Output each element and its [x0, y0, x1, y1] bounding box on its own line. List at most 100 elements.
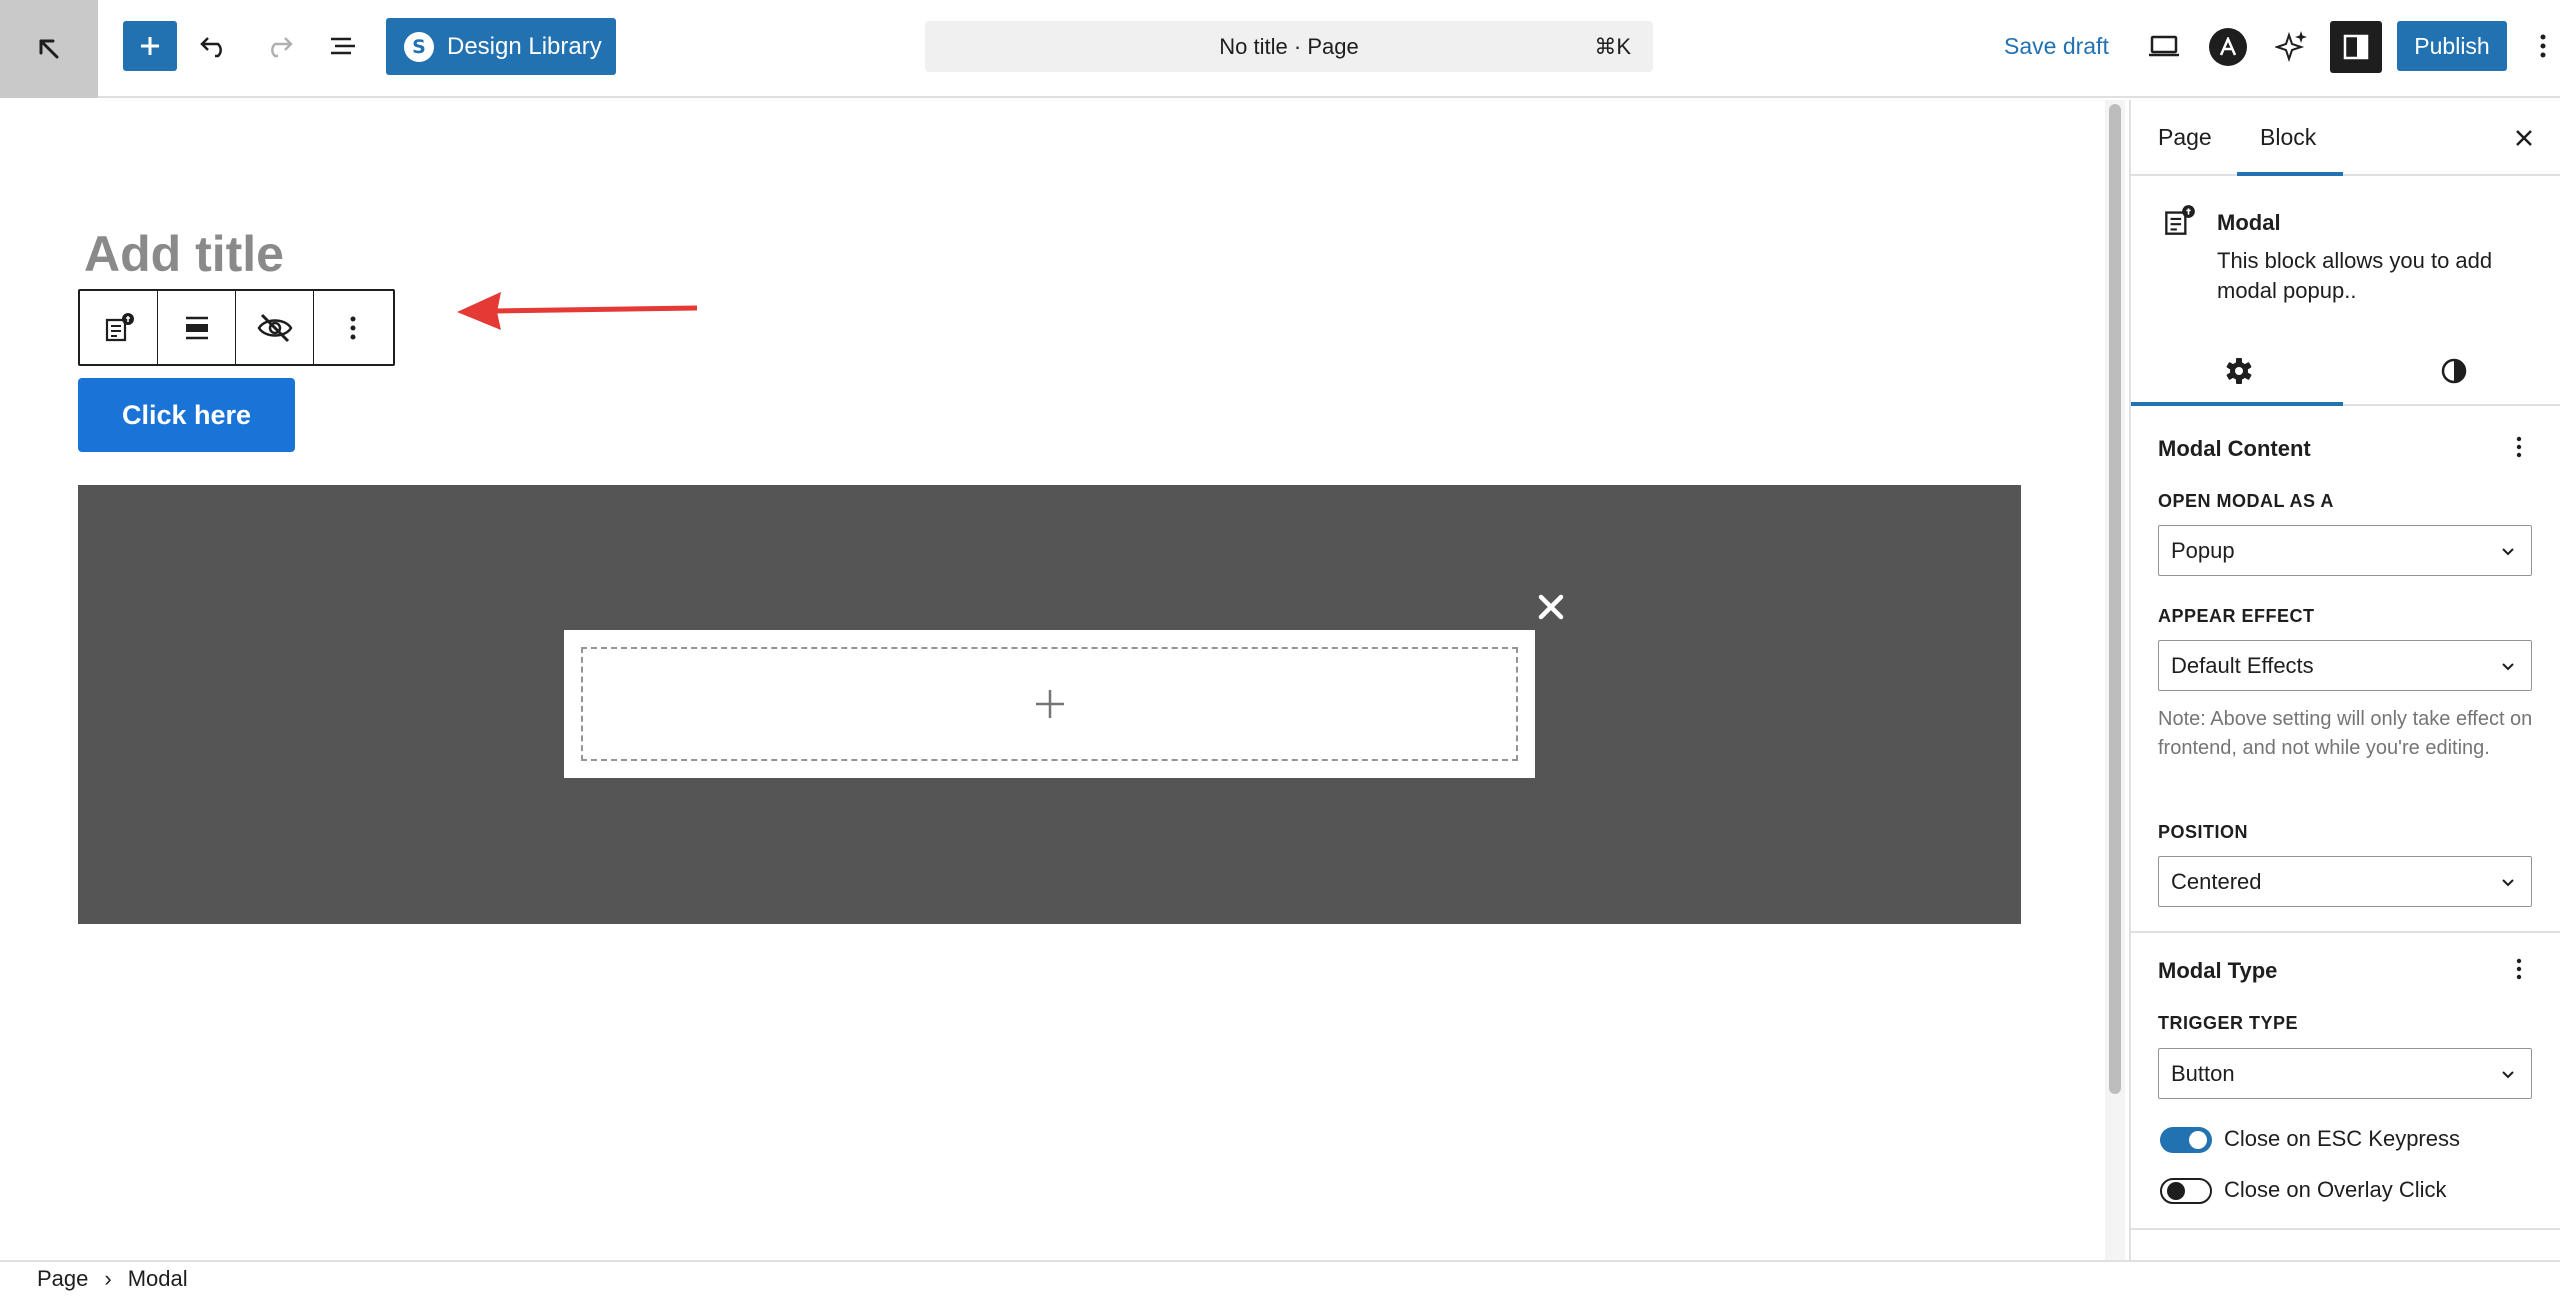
close-on-overlay-label: Close on Overlay Click [2224, 1177, 2447, 1202]
more-vertical-icon [2516, 436, 2522, 458]
post-title-input[interactable]: Add title [84, 225, 284, 283]
trigger-type-label: TRIGGER TYPE [2158, 1013, 2299, 1033]
chevron-down-icon [2502, 879, 2514, 887]
inspector-icon-tabs [2131, 336, 2560, 406]
sparkles-icon [2275, 31, 2307, 63]
close-on-esc-label: Close on ESC Keypress [2224, 1126, 2460, 1151]
close-sidebar-button[interactable] [2506, 120, 2542, 156]
document-title: No title · Page [1219, 33, 1359, 59]
chevron-right-icon: › [104, 1266, 112, 1291]
styles-icon [2441, 358, 2466, 384]
block-card-description: This block allows you to add modal popup… [2217, 248, 2493, 303]
block-card-title: Modal [2217, 210, 2281, 235]
align-button[interactable] [158, 291, 236, 364]
settings-sidebar-toggle[interactable] [2330, 21, 2382, 73]
tab-page[interactable]: Page [2158, 124, 2212, 151]
open-modal-as-select[interactable]: Popup [2158, 525, 2532, 576]
open-modal-as-value: Popup [2171, 537, 2235, 563]
settings-sidebar: Page Block Modal This block allows you t… [2129, 100, 2560, 1260]
scrollbar-thumb[interactable] [2109, 104, 2121, 1094]
sidebar-tabs: Page Block [2131, 100, 2560, 176]
plugin-a-logo-icon[interactable] [2209, 28, 2247, 66]
eye-hidden-icon [257, 313, 292, 342]
editor-top-toolbar: S Design Library No title · Page ⌘K Save… [0, 0, 2560, 98]
block-type-button[interactable] [80, 291, 158, 364]
redo-button[interactable] [252, 21, 306, 71]
canvas-scrollbar[interactable] [2105, 100, 2125, 1260]
open-modal-as-label: OPEN MODAL AS A [2158, 491, 2334, 511]
chevron-down-icon [2502, 548, 2514, 556]
desktop-preview-icon [2149, 35, 2179, 57]
command-palette-bar[interactable]: No title · Page ⌘K [925, 21, 1653, 72]
ai-assistant-button[interactable] [2265, 21, 2319, 71]
annotation-arrow-icon [457, 292, 698, 330]
chevron-down-icon [2502, 663, 2514, 671]
toggle-visibility-button[interactable] [236, 291, 314, 364]
modal-block-icon [105, 312, 134, 341]
chevron-down-icon [2502, 1071, 2514, 1079]
publish-button[interactable]: Publish [2397, 21, 2507, 71]
more-vertical-icon [350, 316, 356, 339]
modal-content-box [564, 630, 1535, 778]
breadcrumb-item-page[interactable]: Page [37, 1266, 88, 1292]
tab-settings[interactable] [2131, 336, 2346, 406]
panel-title-modal-type[interactable]: Modal Type [2158, 958, 2277, 984]
active-tab-indicator [2237, 172, 2343, 176]
a-mark-icon [2219, 37, 2237, 56]
list-view-icon [331, 37, 355, 55]
panel-divider [2131, 1228, 2560, 1230]
sidebar-panel-icon [2343, 34, 2369, 60]
panel-options-button[interactable] [2501, 429, 2537, 465]
panel-title-modal-content[interactable]: Modal Content [2158, 436, 2311, 462]
tab-styles[interactable] [2346, 336, 2560, 406]
undo-button[interactable] [187, 21, 241, 71]
modal-close-button[interactable] [1533, 589, 1569, 625]
appear-effect-note: Note: Above setting will only take effec… [2158, 708, 2533, 759]
modal-inner-block-appender[interactable] [581, 647, 1518, 761]
design-library-button[interactable]: S Design Library [386, 18, 616, 75]
panel-options-button[interactable] [2501, 951, 2537, 987]
block-breadcrumb: Page › Modal [0, 1260, 2560, 1296]
close-icon [1538, 594, 1564, 620]
toggle-knob [2167, 1182, 2185, 1200]
appear-effect-value: Default Effects [2171, 652, 2314, 678]
back-to-dashboard-button[interactable] [0, 0, 98, 98]
position-value: Centered [2171, 868, 2262, 894]
breadcrumb-item-modal[interactable]: Modal [128, 1266, 188, 1292]
settings-icon [2226, 358, 2251, 384]
command-shortcut: ⌘K [1594, 33, 1631, 59]
appear-effect-select[interactable]: Default Effects [2158, 640, 2532, 691]
design-library-label: Design Library [447, 32, 602, 60]
trigger-type-select[interactable]: Button [2158, 1048, 2532, 1099]
options-menu-button[interactable] [2526, 21, 2560, 71]
active-icon-tab-indicator [2131, 402, 2343, 406]
more-vertical-icon [2540, 34, 2546, 58]
undo-icon [200, 37, 222, 58]
plus-icon [141, 37, 159, 55]
add-block-plus-icon [1035, 690, 1064, 718]
preview-button[interactable] [2137, 21, 2191, 71]
panel-divider [2131, 931, 2560, 933]
block-inserter-button[interactable] [123, 21, 177, 71]
arrow-up-left-icon [39, 39, 59, 59]
block-card: Modal This block allows you to add modal… [2131, 178, 2560, 336]
save-draft-button[interactable]: Save draft [2004, 33, 2109, 60]
trigger-type-value: Button [2171, 1060, 2235, 1086]
document-overview-button[interactable] [317, 21, 371, 71]
modal-overlay[interactable] [78, 485, 2021, 924]
modal-trigger-button[interactable]: Click here [78, 378, 295, 452]
close-on-esc-toggle[interactable] [2160, 1127, 2212, 1153]
position-label: POSITION [2158, 822, 2249, 842]
block-options-button[interactable] [314, 291, 392, 364]
close-on-overlay-toggle[interactable] [2160, 1178, 2212, 1204]
more-vertical-icon [2516, 958, 2522, 980]
position-select[interactable]: Centered [2158, 856, 2532, 907]
modal-block-icon [2165, 205, 2195, 235]
redo-icon [271, 37, 293, 58]
close-icon [2516, 130, 2532, 146]
editor-canvas[interactable]: Add title Click here [0, 100, 2105, 1260]
block-toolbar [78, 289, 395, 366]
tab-block[interactable]: Block [2260, 124, 2316, 151]
appear-effect-label: APPEAR EFFECT [2158, 606, 2315, 626]
align-wide-icon [185, 316, 208, 339]
